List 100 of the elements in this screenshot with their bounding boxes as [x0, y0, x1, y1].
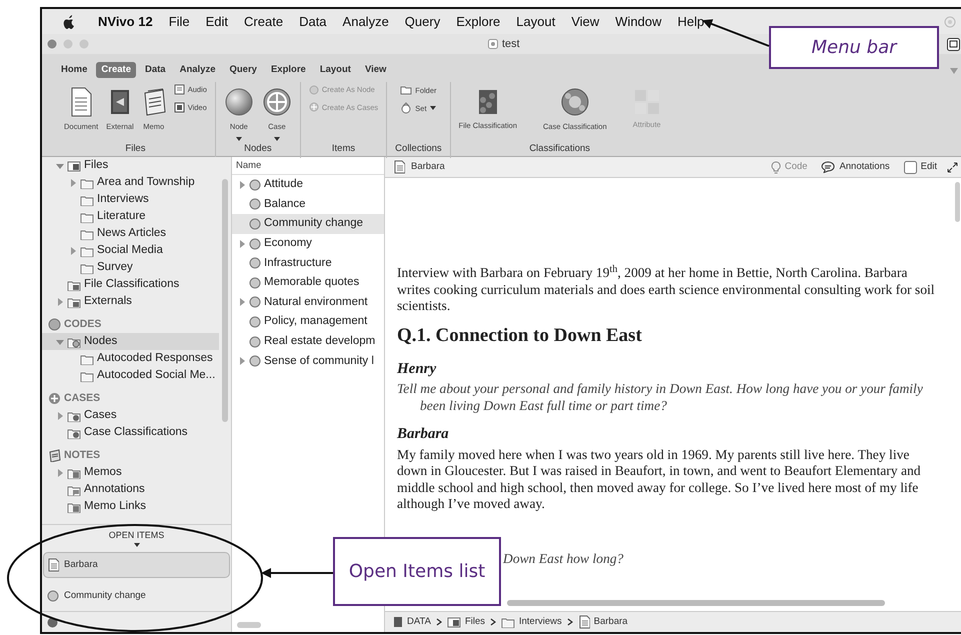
column-header[interactable]: Name — [232, 157, 384, 175]
expand-arrow-icon[interactable] — [69, 178, 77, 186]
node-row[interactable]: Economy — [232, 234, 384, 254]
annotations-button[interactable]: Annotations — [817, 160, 894, 174]
tree-item[interactable]: Cases — [42, 407, 219, 424]
scrollbar[interactable] — [507, 600, 885, 606]
section-header[interactable]: NOTES — [42, 447, 219, 464]
folder-icon — [80, 194, 94, 206]
chevron-icon — [490, 618, 496, 626]
menu-item[interactable]: Window — [607, 12, 670, 32]
ribbon-tab[interactable]: Create — [96, 62, 136, 78]
expand-arrow-icon[interactable] — [69, 246, 77, 254]
expand-arrow-icon[interactable] — [56, 468, 64, 476]
ribbon-collapse-icon[interactable] — [950, 68, 958, 74]
node-row[interactable]: Sense of community l — [232, 351, 384, 371]
menu-item[interactable]: Query — [396, 12, 448, 32]
tree-item[interactable]: Memos — [42, 464, 219, 481]
node-row[interactable]: Attitude — [232, 175, 384, 195]
tree-item[interactable]: Case Classifications — [42, 424, 219, 441]
folder-icon — [80, 210, 94, 222]
ribbon-tab[interactable]: Explore — [266, 62, 311, 78]
menu-item[interactable]: Edit — [198, 12, 236, 32]
menu-item[interactable]: Analyze — [334, 12, 397, 32]
menu-item[interactable]: View — [563, 12, 608, 32]
callout-label: Open Items list — [333, 537, 501, 606]
node-row[interactable]: Real estate developm — [232, 332, 384, 352]
tree-label: Case Classifications — [84, 424, 188, 440]
tree-label: Memo Links — [84, 498, 146, 514]
folder-icon — [80, 352, 94, 364]
folder-icon — [501, 616, 515, 628]
tree-label: Interviews — [97, 192, 149, 207]
menu-item[interactable]: Explore — [448, 12, 508, 32]
tree-item[interactable]: Interviews — [42, 191, 219, 208]
breadcrumb-link[interactable]: Interviews — [501, 614, 562, 630]
sidebar-toggle-icon[interactable] — [947, 38, 960, 50]
node-row[interactable]: Balance — [232, 194, 384, 214]
collapse-arrow-icon[interactable] — [56, 162, 64, 170]
question-text: Tell me about your personal and family history in Down East. How long have you or your family been living Down East full time or part time? — [397, 381, 924, 414]
expand-arrow-icon[interactable] — [238, 298, 246, 306]
open-item[interactable]: Barbara — [43, 552, 230, 578]
menu-item[interactable]: Layout — [508, 12, 564, 32]
breadcrumb-link[interactable]: DATA — [393, 614, 431, 630]
scrollbar[interactable] — [237, 622, 261, 628]
collapse-arrow-icon[interactable] — [56, 338, 64, 346]
scrollbar[interactable] — [222, 179, 228, 422]
expand-arrow-icon[interactable] — [56, 298, 64, 306]
tree-item[interactable]: Externals — [42, 293, 219, 310]
tree-item[interactable]: Memo Links — [42, 498, 219, 515]
tree-item[interactable]: Area and Township — [42, 174, 219, 191]
document-icon — [393, 160, 405, 174]
document-icon — [47, 558, 59, 572]
menu-item[interactable]: Create — [236, 12, 292, 32]
memos-folder-icon — [67, 466, 81, 478]
menu-item[interactable]: Help — [670, 12, 712, 32]
speaker-name: Barbara — [397, 426, 450, 442]
ribbon-tab[interactable]: Layout — [314, 62, 356, 78]
app-menu[interactable]: NVivo 12 — [90, 12, 161, 32]
tree-item[interactable]: Autocoded Responses — [42, 350, 219, 367]
tree-item[interactable]: Literature — [42, 208, 219, 225]
node-row[interactable]: Infrastructure — [232, 253, 384, 273]
ribbon-tab[interactable]: Home — [56, 62, 92, 78]
tree-label: File Classifications — [84, 276, 180, 292]
expand-arrow-icon[interactable] — [238, 180, 246, 189]
tree-item[interactable]: Social Media — [42, 242, 219, 259]
expand-icon[interactable] — [947, 162, 958, 172]
node-row[interactable]: Policy, management — [232, 312, 384, 332]
info-icon[interactable] — [47, 616, 58, 628]
node-row[interactable]: Natural environment — [232, 292, 384, 312]
breadcrumb-link[interactable]: Files — [446, 614, 485, 630]
tree-item[interactable]: Nodes — [42, 333, 219, 350]
ribbon-tab[interactable]: Data — [140, 62, 171, 78]
node-icon — [249, 238, 261, 250]
expand-arrow-icon[interactable] — [238, 240, 246, 248]
section-header[interactable]: CASES — [42, 390, 219, 407]
menu-item[interactable]: File — [160, 12, 198, 32]
tree-item[interactable]: Files — [42, 157, 219, 174]
caret-icon[interactable] — [134, 542, 140, 546]
tree-item[interactable]: Survey — [42, 259, 219, 276]
node-row[interactable]: Memorable quotes — [232, 272, 384, 293]
status-icon[interactable] — [944, 16, 956, 28]
tree-item[interactable]: File Classifications — [42, 276, 219, 293]
scrollbar[interactable] — [955, 182, 960, 222]
expand-arrow-icon[interactable] — [238, 357, 246, 366]
open-item[interactable]: Community change — [43, 582, 230, 609]
edit-checkbox[interactable] — [904, 160, 917, 174]
expand-arrow-icon[interactable] — [56, 412, 64, 420]
ribbon-tab[interactable]: Analyze — [174, 62, 220, 78]
ribbon-tab[interactable]: View — [360, 62, 392, 78]
tree-item[interactable]: News Articles — [42, 225, 219, 242]
apple-icon[interactable] — [62, 14, 76, 30]
section-header[interactable]: CODES — [42, 316, 219, 333]
folder-icon — [80, 262, 94, 274]
ribbon-tab[interactable]: Query — [224, 62, 262, 78]
heading: Q.1. Connection to Down East — [397, 324, 643, 346]
node-row[interactable]: Community change — [232, 214, 384, 234]
tree-item[interactable]: Autocoded Social Me... — [42, 367, 219, 384]
tree-item[interactable]: Annotations — [42, 481, 219, 498]
menu-item[interactable]: Data — [291, 12, 335, 32]
checkbox-label[interactable]: Edit — [920, 160, 937, 174]
breadcrumb-link[interactable]: Barbara — [578, 614, 628, 630]
